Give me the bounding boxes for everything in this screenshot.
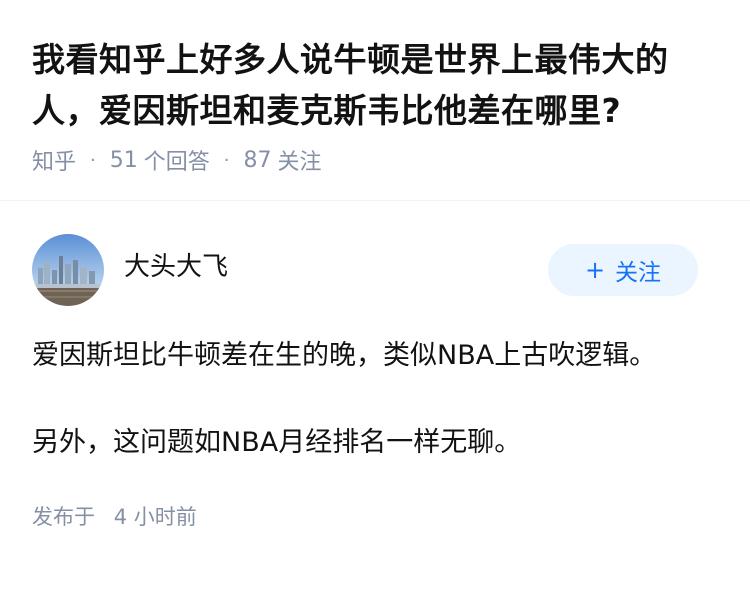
meta-separator: ·: [90, 149, 96, 171]
page: 我看知乎上好多人说牛顿是世界上最伟大的人，爱因斯坦和麦克斯韦比他差在哪里? 知乎…: [0, 0, 750, 616]
source-label[interactable]: 知乎: [32, 144, 76, 176]
follow-count: 87: [243, 147, 272, 173]
divider: [0, 200, 750, 201]
publish-label: 发布于: [32, 505, 95, 529]
follow-button-label: 关注: [615, 260, 662, 286]
avatar[interactable]: [32, 234, 104, 306]
city-skyline-avatar-icon: [32, 234, 104, 306]
author-name[interactable]: 大头大飞: [124, 246, 228, 283]
author-row: 大头大飞 + 关注: [32, 234, 718, 306]
answer-content[interactable]: 爱因斯坦比牛顿差在生的晚，类似NBA上古吹逻辑。 另外，这问题如NBA月经排名一…: [32, 334, 718, 465]
answer-count-label: 个回答: [143, 150, 210, 175]
answer-card: 大头大飞 + 关注 爱因斯坦比牛顿差在生的晚，类似NBA上古吹逻辑。 另外，这问…: [0, 234, 750, 531]
answer-paragraph: 另外，这问题如NBA月经排名一样无聊。: [32, 427, 522, 458]
publish-info: 发布于 4 小时前: [32, 501, 718, 531]
question-header: 我看知乎上好多人说牛顿是世界上最伟大的人，爱因斯坦和麦克斯韦比他差在哪里? 知乎…: [0, 0, 750, 175]
follow-count-label: 关注: [277, 150, 322, 175]
answer-paragraph: 爱因斯坦比牛顿差在生的晚，类似NBA上古吹逻辑。: [32, 340, 657, 371]
question-title[interactable]: 我看知乎上好多人说牛顿是世界上最伟大的人，爱因斯坦和麦克斯韦比他差在哪里?: [32, 34, 718, 136]
plus-icon: +: [584, 256, 606, 284]
publish-time: 4 小时前: [113, 505, 197, 529]
follow-button[interactable]: + 关注: [548, 244, 698, 296]
answer-count: 51: [109, 147, 138, 173]
question-meta: 知乎 · 51 个回答 · 87 关注: [32, 144, 718, 176]
meta-separator: ·: [223, 149, 230, 171]
